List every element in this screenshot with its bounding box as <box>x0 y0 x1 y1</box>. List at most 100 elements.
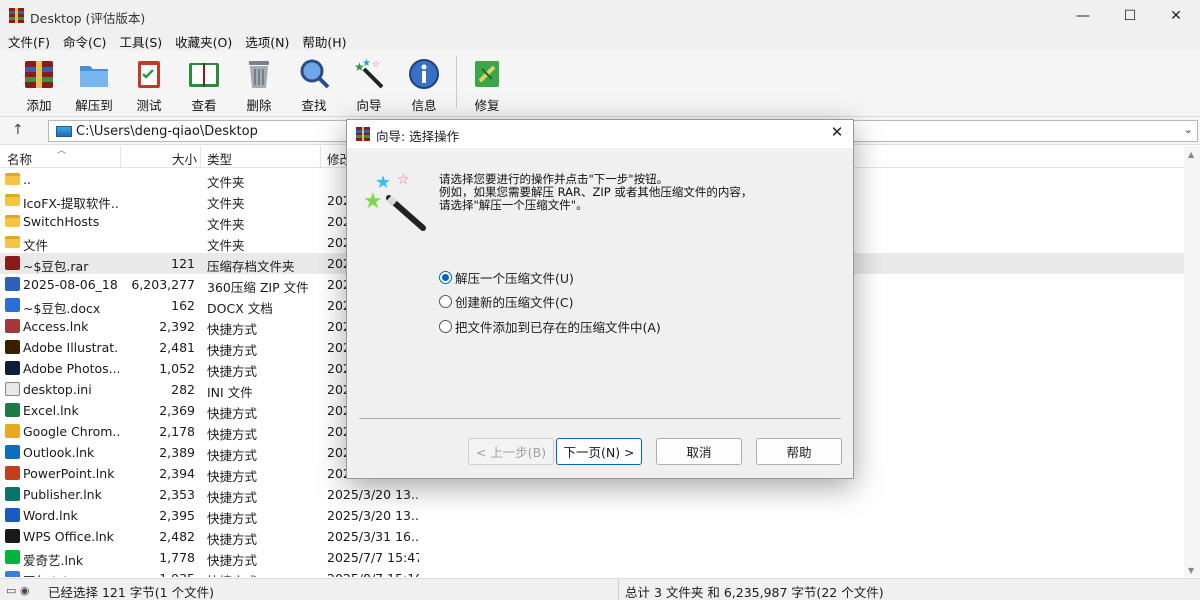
ai-file-icon <box>5 340 20 354</box>
radio-extract[interactable] <box>439 271 452 284</box>
menu-commands[interactable]: 命令(C) <box>58 32 111 51</box>
file-name: 2025-08-06_18... <box>23 277 119 292</box>
radio-create[interactable] <box>439 295 452 308</box>
file-type: 快捷方式 <box>207 532 258 547</box>
menu-tools[interactable]: 工具(S) <box>114 32 167 51</box>
magnifier-icon <box>300 59 330 89</box>
file-name: Adobe Illustrat... <box>23 340 119 355</box>
toolbar-separator <box>456 56 457 108</box>
file-size: 2,369 <box>159 403 195 418</box>
wps-file-icon <box>5 529 20 543</box>
test-button[interactable]: 测试 <box>122 55 176 115</box>
find-label: 查找 <box>301 98 327 113</box>
dialog-divider <box>359 418 841 419</box>
scroll-up-icon[interactable]: ▲ <box>1188 150 1194 159</box>
info-label: 信息 <box>411 98 437 113</box>
next-button[interactable]: 下一页(N) > <box>556 438 642 465</box>
wizard-button[interactable]: ★ ★ ☆ 向导 <box>342 55 396 115</box>
repair-button[interactable]: 修复 <box>460 55 514 115</box>
svg-text:★: ★ <box>375 172 391 193</box>
scroll-down-icon[interactable]: ▼ <box>1188 566 1194 575</box>
delete-button[interactable]: 删除 <box>232 55 286 115</box>
up-folder-button[interactable]: ↑ <box>12 122 32 140</box>
file-type: 文件夹 <box>207 238 245 253</box>
rar-file-icon <box>5 256 20 270</box>
column-name[interactable]: 名称 <box>7 149 32 168</box>
column-divider[interactable] <box>200 146 201 168</box>
toolbar: 添加 解压到 测试 查看 删除 查找 ★ ★ ☆ 向导 信息 修复 <box>0 51 1200 117</box>
file-name: desktop.ini <box>23 382 92 397</box>
close-button[interactable]: ✕ <box>1153 0 1199 31</box>
status-icons: ▭ ◉ <box>6 584 30 597</box>
title-bar: Desktop (评估版本) — ☐ ✕ <box>0 0 1200 31</box>
add-label: 添加 <box>26 98 52 113</box>
help-button[interactable]: 帮助 <box>756 438 842 465</box>
publisher-file-icon <box>5 487 20 501</box>
column-size[interactable]: 大小 <box>172 149 197 168</box>
back-button[interactable]: < 上一步(B) <box>468 438 554 465</box>
winrar-app-icon <box>9 8 24 23</box>
drive-icon <box>56 126 72 137</box>
vertical-scrollbar[interactable] <box>1184 146 1200 577</box>
table-row[interactable]: WPS Office.lnk 2,482 快捷方式 2025/3/31 16... <box>0 526 1184 547</box>
add-archive-icon <box>25 61 53 88</box>
dialog-instructions: 请选择您要进行的操作并点击"下一步"按钮。 例如，如果您需要解压 RAR、ZIP… <box>439 173 752 212</box>
table-row[interactable]: Publisher.lnk 2,353 快捷方式 2025/3/20 13... <box>0 484 1184 505</box>
menu-help[interactable]: 帮助(H) <box>297 32 351 51</box>
file-type: INI 文件 <box>207 385 253 400</box>
option-extract[interactable]: 解压一个压缩文件(U) <box>439 268 574 287</box>
add-button[interactable]: 添加 <box>12 55 66 115</box>
dialog-close-button[interactable]: ✕ <box>825 123 849 145</box>
maximize-button[interactable]: ☐ <box>1107 0 1153 31</box>
table-row[interactable]: Word.lnk 2,395 快捷方式 2025/3/20 13... <box>0 505 1184 526</box>
file-size: 2,394 <box>159 466 195 481</box>
view-button[interactable]: 查看 <box>177 55 231 115</box>
file-size: 2,392 <box>159 319 195 334</box>
svg-text:☆: ☆ <box>372 60 380 70</box>
file-size: 1,052 <box>159 361 195 376</box>
file-type: 快捷方式 <box>207 571 257 577</box>
docx-file-icon <box>5 298 20 312</box>
svg-text:★: ★ <box>362 58 371 69</box>
column-divider[interactable] <box>320 146 321 168</box>
folder-file-icon <box>5 173 20 185</box>
file-type: 快捷方式 <box>207 490 258 505</box>
test-label: 测试 <box>136 98 162 113</box>
iqiyi-file-icon <box>5 550 20 564</box>
file-name: Publisher.lnk <box>23 487 102 502</box>
excel-file-icon <box>5 403 20 417</box>
file-size: 121 <box>171 256 195 271</box>
file-size: 2,353 <box>159 487 195 502</box>
file-name: 豆包.lnk <box>23 571 119 577</box>
access-file-icon <box>5 319 20 333</box>
file-type: 快捷方式 <box>207 427 258 442</box>
file-date: 2025/7/7 15:47 <box>327 550 419 565</box>
menu-favorites[interactable]: 收藏夹(O) <box>170 32 237 51</box>
column-divider[interactable] <box>120 146 121 168</box>
chevron-down-icon[interactable]: ⌄ <box>1184 123 1193 136</box>
file-name: 文件 <box>23 238 49 253</box>
table-row[interactable]: 豆包.lnk 1,935 快捷方式 2025/8/7 15:10 <box>0 568 1184 577</box>
menu-file[interactable]: 文件(F) <box>3 32 55 51</box>
minimize-button[interactable]: — <box>1060 0 1106 31</box>
info-button[interactable]: 信息 <box>397 55 451 115</box>
folder-file-icon <box>5 236 20 248</box>
file-type: 文件夹 <box>207 217 245 232</box>
option-add-existing[interactable]: 把文件添加到已存在的压缩文件中(A) <box>439 317 661 336</box>
menu-options[interactable]: 选项(N) <box>240 32 294 51</box>
cancel-button[interactable]: 取消 <box>656 438 742 465</box>
option-create[interactable]: 创建新的压缩文件(C) <box>439 292 573 311</box>
trash-icon <box>249 61 269 88</box>
file-size: 2,395 <box>159 508 195 523</box>
repair-icon <box>475 61 499 87</box>
find-button[interactable]: 查找 <box>287 55 341 115</box>
extract-to-button[interactable]: 解压到 <box>67 55 121 115</box>
menu-bar: 文件(F) 命令(C) 工具(S) 收藏夹(O) 选项(N) 帮助(H) <box>0 31 1200 51</box>
file-size: 282 <box>171 382 195 397</box>
file-size: 2,389 <box>159 445 195 460</box>
column-type[interactable]: 类型 <box>207 149 232 168</box>
radio-add-existing[interactable] <box>439 320 452 333</box>
file-type: 快捷方式 <box>207 343 258 358</box>
ini-file-icon <box>5 382 20 396</box>
table-row[interactable]: 爱奇艺.lnk 1,778 快捷方式 2025/7/7 15:47 <box>0 547 1184 568</box>
